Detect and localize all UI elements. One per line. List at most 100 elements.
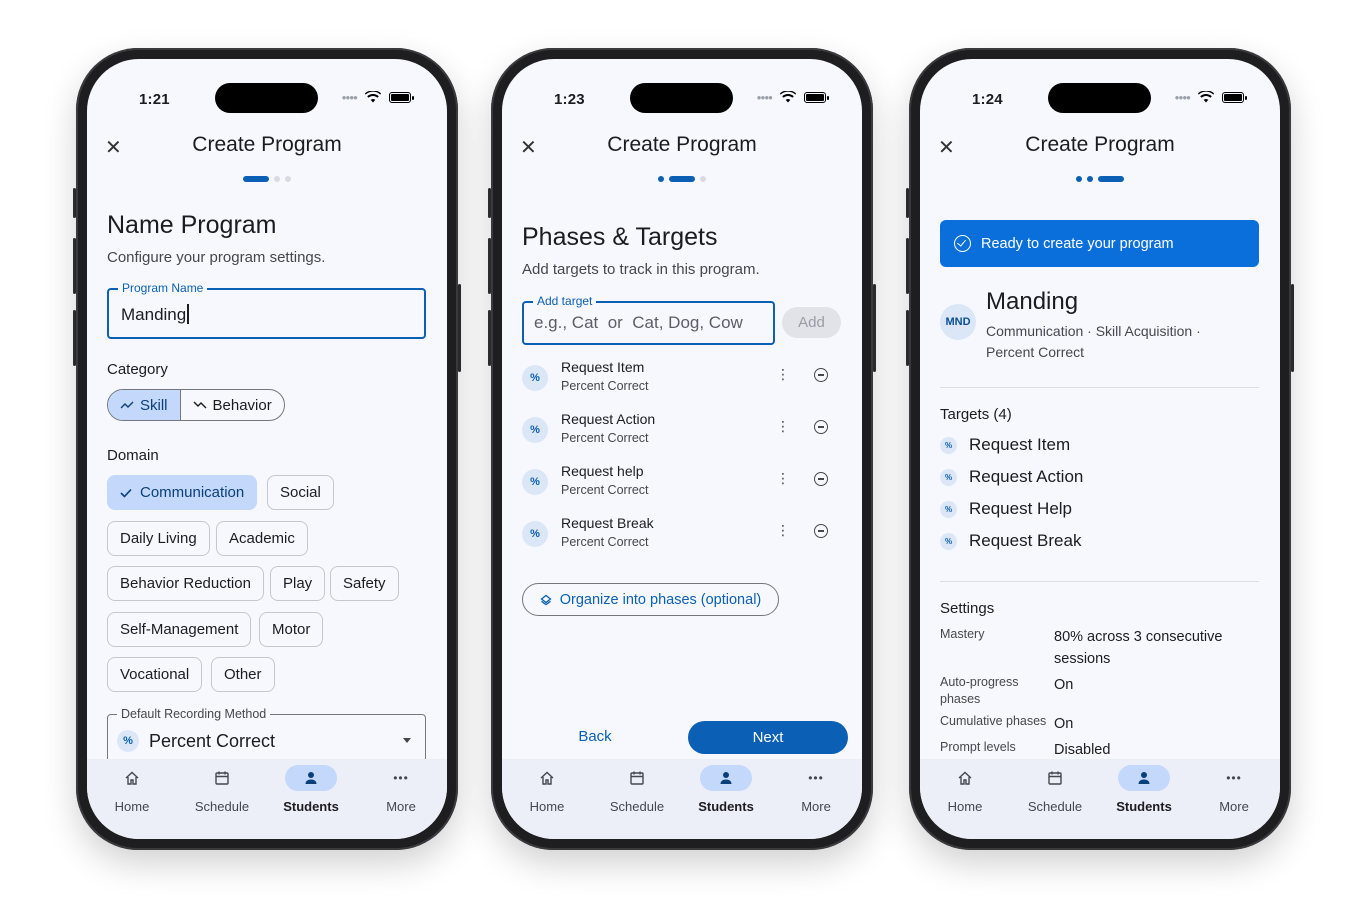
wifi-icon	[365, 91, 381, 103]
domain-chip-other[interactable]: Other	[211, 657, 275, 692]
settings-heading: Settings	[940, 600, 995, 617]
domain-chip-self-management[interactable]: Self-Management	[107, 612, 252, 647]
bottom-navigation: Home Schedule Students ••• More	[87, 759, 447, 839]
more-vertical-icon[interactable]: ⋮	[776, 523, 790, 537]
nav-students[interactable]: Students	[271, 765, 351, 814]
program-name-value: Manding	[121, 305, 187, 324]
add-target-button[interactable]: Add	[782, 307, 841, 338]
domain-chip-academic[interactable]: Academic	[216, 521, 308, 556]
more-vertical-icon[interactable]: ⋮	[776, 471, 790, 485]
nav-home[interactable]: Home	[92, 765, 172, 814]
nav-more[interactable]: ••• More	[776, 765, 856, 814]
target-row: % Request Item Percent Correct ⋮	[522, 359, 842, 399]
wifi-icon	[780, 91, 796, 103]
percent-icon: %	[940, 436, 957, 454]
domain-chip-behavior-reduction[interactable]: Behavior Reduction	[107, 566, 264, 601]
domain-chip-communication[interactable]: Communication	[107, 475, 258, 510]
avatar: MND	[940, 304, 976, 340]
target-method: Percent Correct	[561, 379, 649, 393]
summary-target: % Request Help	[940, 497, 1072, 521]
category-skill-option[interactable]: Skill	[108, 390, 181, 420]
target-method: Percent Correct	[561, 431, 649, 445]
program-name: Manding	[986, 288, 1079, 315]
next-button[interactable]: Next	[688, 721, 848, 754]
dynamic-island	[215, 83, 318, 113]
page-title: Create Program	[607, 133, 757, 156]
calendar-icon	[215, 771, 229, 785]
nav-students[interactable]: Students	[1104, 765, 1184, 814]
percent-icon: %	[522, 417, 548, 443]
back-button[interactable]: Back	[562, 721, 628, 751]
dynamic-island	[1048, 83, 1151, 113]
divider	[940, 581, 1259, 582]
divider	[940, 387, 1259, 388]
check-icon	[120, 488, 132, 498]
nav-schedule[interactable]: Schedule	[182, 765, 262, 814]
signal-icon: ●●●●	[1174, 92, 1191, 102]
section-title: Name Program	[107, 211, 277, 239]
category-segmented-control: Skill Behavior	[107, 389, 285, 421]
status-time: 1:21	[139, 91, 170, 108]
more-horizontal-icon: •••	[808, 771, 824, 785]
program-name-field[interactable]: Program Name Manding	[107, 281, 426, 339]
more-horizontal-icon: •••	[1226, 771, 1242, 785]
targets-heading: Targets (4)	[940, 406, 1012, 423]
remove-circle-icon[interactable]	[814, 420, 828, 434]
person-icon	[305, 772, 317, 784]
category-label: Category	[107, 361, 168, 378]
battery-icon	[804, 91, 829, 103]
nav-schedule[interactable]: Schedule	[1015, 765, 1095, 814]
phone-step-3: 1:24 ●●●● ✕ Create Program Ready to crea…	[906, 48, 1294, 850]
section-subtitle: Add targets to track in this program.	[522, 261, 760, 278]
home-icon	[958, 771, 972, 785]
signal-icon: ●●●●	[341, 92, 358, 102]
person-icon	[1138, 772, 1150, 784]
nav-students[interactable]: Students	[686, 765, 766, 814]
domain-chip-safety[interactable]: Safety	[330, 566, 399, 601]
summary-target: % Request Item	[940, 433, 1070, 457]
add-target-input[interactable]	[534, 313, 764, 333]
domain-label: Domain	[107, 447, 159, 464]
domain-chip-motor[interactable]: Motor	[259, 612, 324, 647]
status-time: 1:23	[554, 91, 585, 108]
domain-chip-play[interactable]: Play	[270, 566, 326, 601]
nav-home[interactable]: Home	[925, 765, 1005, 814]
step-indicator	[502, 176, 862, 182]
layers-icon	[540, 594, 552, 605]
status-icons: ●●●●	[756, 91, 829, 103]
nav-home[interactable]: Home	[507, 765, 587, 814]
percent-icon: %	[522, 521, 548, 547]
home-icon	[125, 771, 139, 785]
phone-step-1: 1:21 ●●●● ✕ Create Program Name Program …	[73, 48, 461, 850]
page-title: Create Program	[1025, 133, 1175, 156]
signal-icon: ●●●●	[756, 92, 773, 102]
recording-method-label: Default Recording Method	[117, 707, 271, 721]
screen: 1:21 ●●●● ✕ Create Program Name Program …	[87, 59, 447, 839]
more-vertical-icon[interactable]: ⋮	[776, 367, 790, 381]
target-row: % Request help Percent Correct ⋮	[522, 463, 842, 503]
summary-target: % Request Break	[940, 529, 1081, 553]
organize-phases-button[interactable]: Organize into phases (optional)	[522, 583, 779, 616]
nav-more[interactable]: ••• More	[361, 765, 441, 814]
target-row: % Request Action Percent Correct ⋮	[522, 411, 842, 451]
domain-chip-vocational[interactable]: Vocational	[107, 657, 203, 692]
calendar-icon	[1048, 771, 1062, 785]
nav-more[interactable]: ••• More	[1194, 765, 1274, 814]
add-target-field[interactable]: Add target	[522, 294, 775, 345]
percent-icon: %	[940, 500, 957, 518]
percent-icon: %	[117, 730, 139, 752]
category-behavior-option[interactable]: Behavior	[181, 390, 284, 420]
wifi-icon	[1198, 91, 1214, 103]
summary-target: % Request Action	[940, 465, 1083, 489]
remove-circle-icon[interactable]	[814, 524, 828, 538]
remove-circle-icon[interactable]	[814, 472, 828, 486]
nav-schedule[interactable]: Schedule	[597, 765, 677, 814]
remove-circle-icon[interactable]	[814, 368, 828, 382]
recording-method-select[interactable]: Default Recording Method % Percent Corre…	[107, 707, 426, 765]
domain-chip-daily-living[interactable]: Daily Living	[107, 521, 210, 556]
percent-icon: %	[522, 469, 548, 495]
more-vertical-icon[interactable]: ⋮	[776, 419, 790, 433]
check-circle-icon	[954, 235, 971, 252]
domain-chip-social[interactable]: Social	[267, 475, 334, 510]
target-name: Request Break	[561, 515, 654, 531]
